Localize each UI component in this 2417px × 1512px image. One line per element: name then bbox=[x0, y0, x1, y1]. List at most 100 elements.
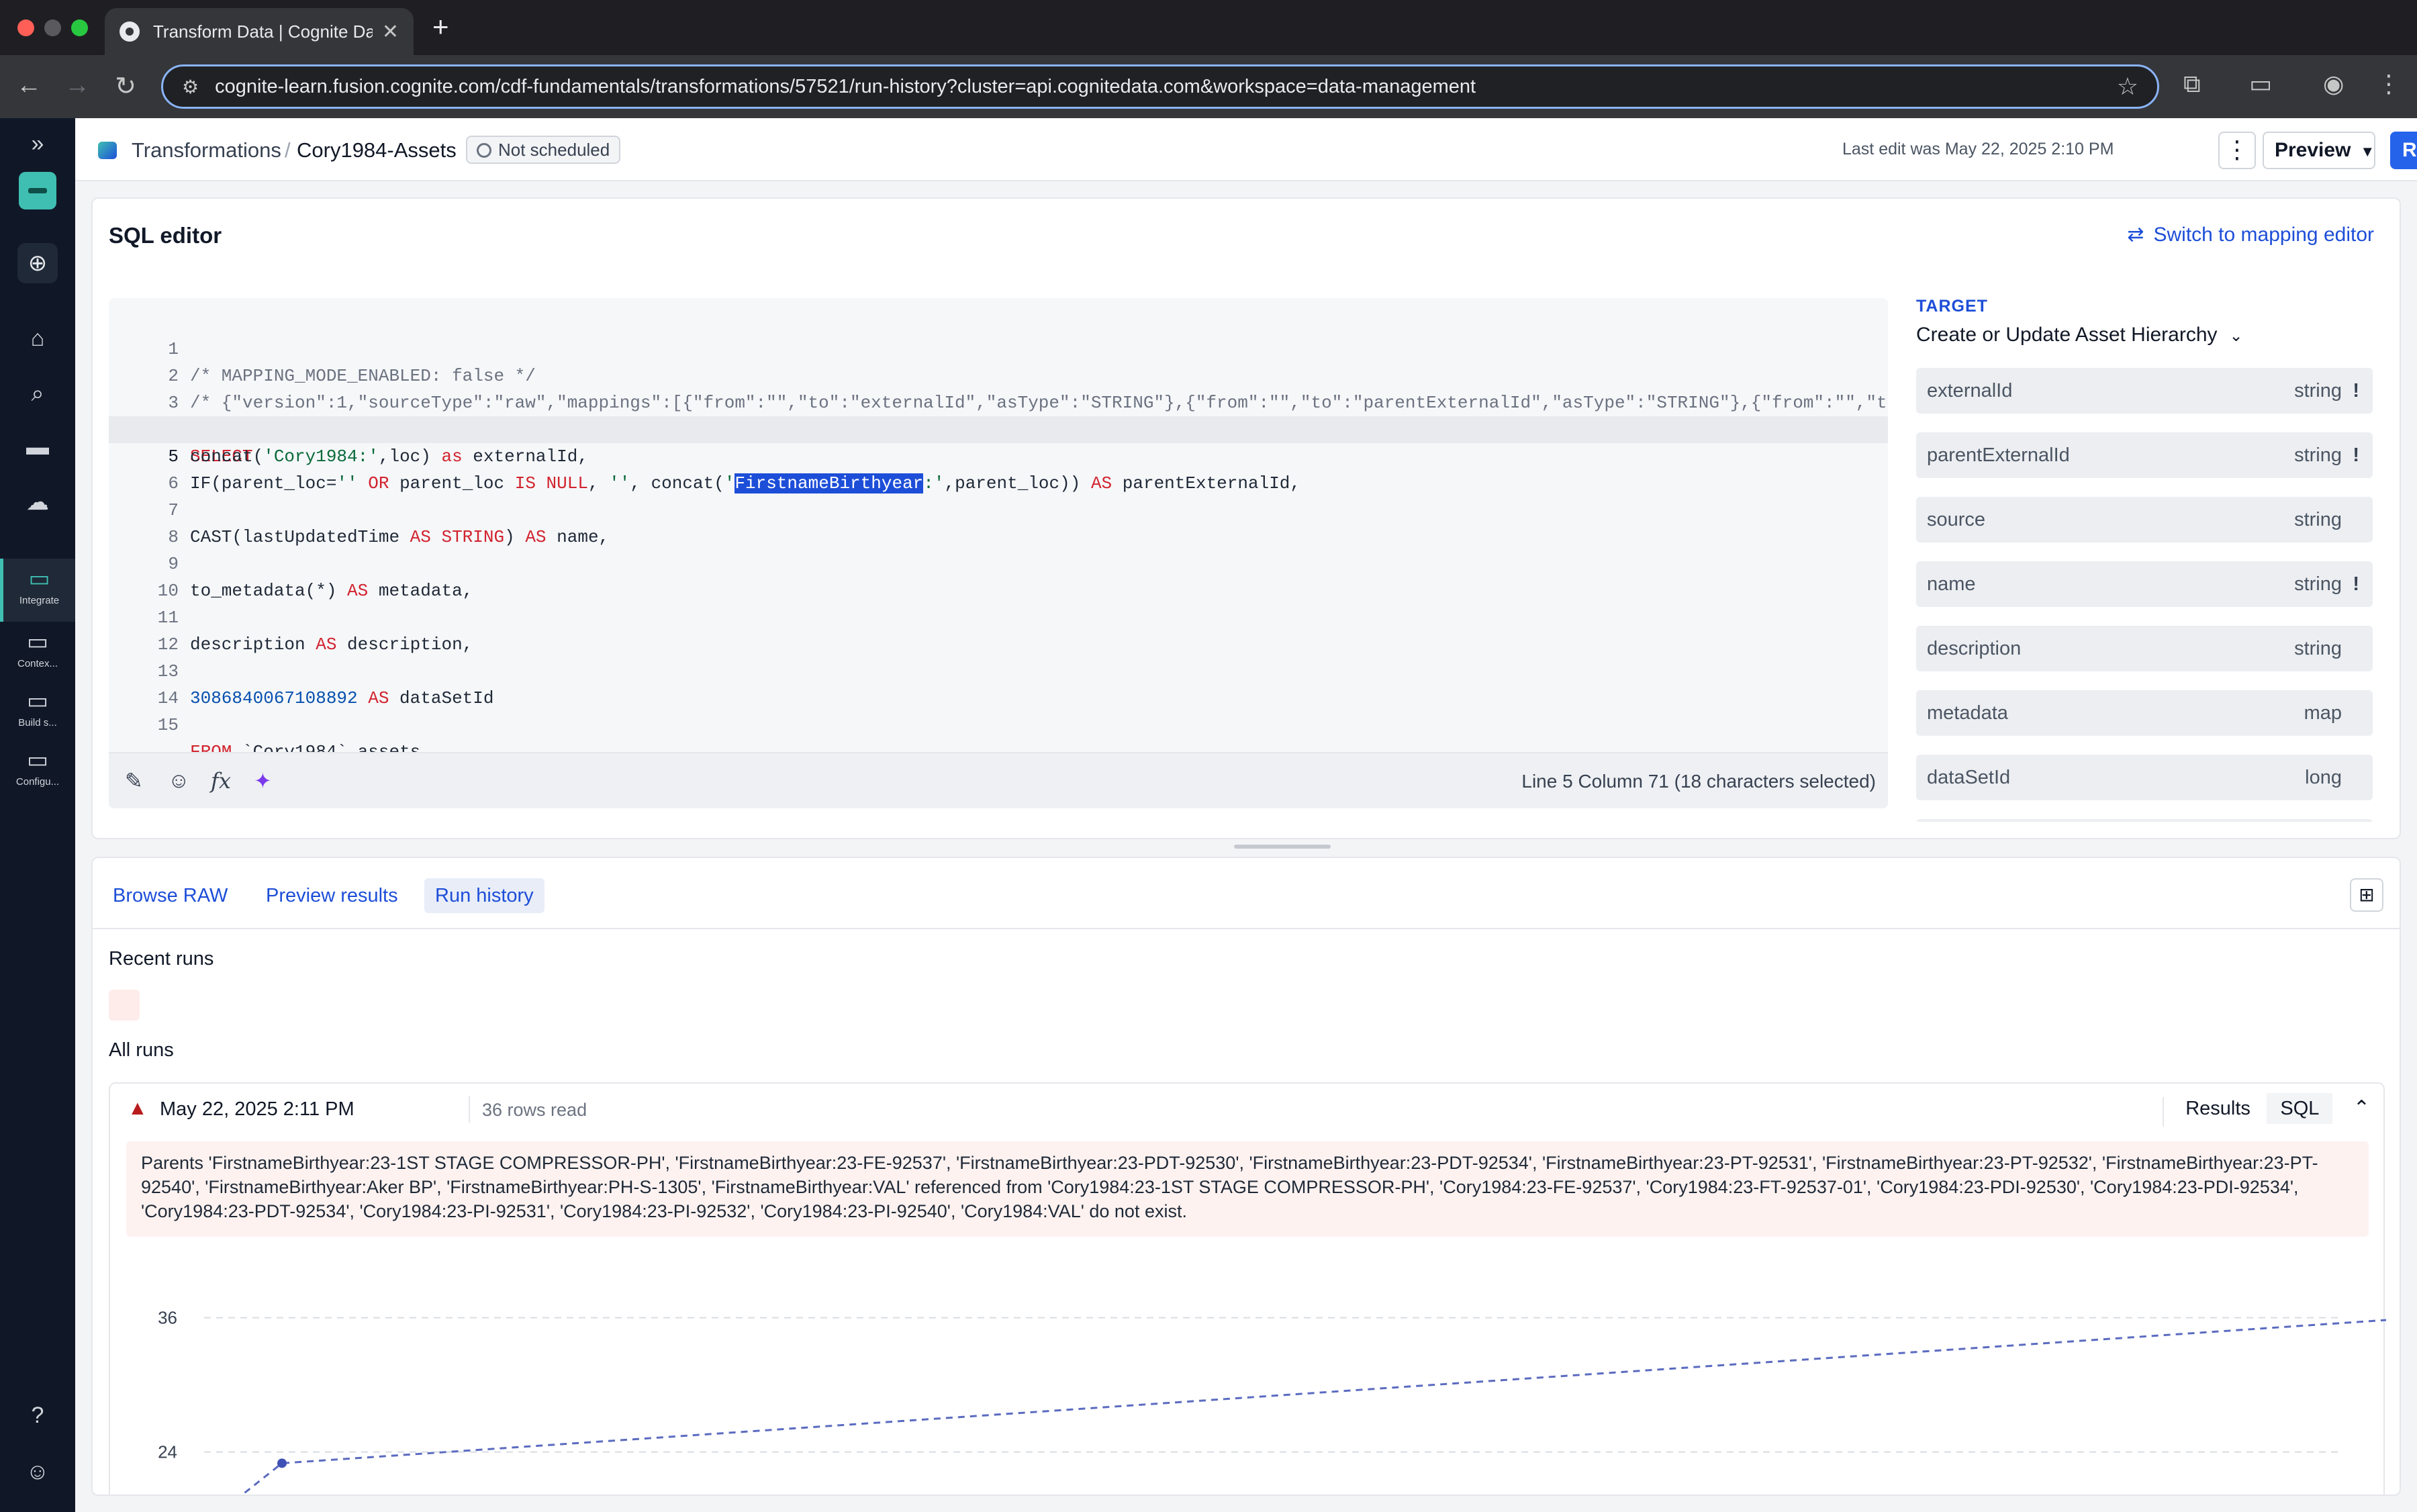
preview-button[interactable]: Preview ▼ bbox=[2263, 132, 2375, 169]
field-type: long bbox=[2305, 767, 2342, 788]
field-name: metadata bbox=[1927, 702, 2008, 724]
forward-arrow-icon[interactable]: → bbox=[62, 71, 93, 100]
back-arrow-icon[interactable]: ← bbox=[13, 71, 44, 100]
breadcrumb-transformations[interactable]: Transformations bbox=[132, 138, 281, 162]
globe-icon[interactable]: ⊕ bbox=[17, 243, 58, 283]
clock-icon bbox=[477, 143, 491, 158]
transformations-logo-icon bbox=[98, 142, 117, 159]
code-line: 7 CAST(lastUpdatedTime AS STRING) AS nam… bbox=[109, 470, 1888, 547]
search-icon[interactable]: ⌕ bbox=[0, 380, 75, 407]
new-tab-icon[interactable]: + bbox=[432, 11, 449, 43]
switch-link-label: Switch to mapping editor bbox=[2153, 224, 2374, 246]
recent-run-failed-indicator[interactable] bbox=[109, 990, 140, 1021]
editor-toolbar: ✎ ☺ fx ✦ Line 5 Column 71 (18 characters… bbox=[109, 752, 1888, 808]
files-icon[interactable]: ▬ bbox=[0, 434, 75, 461]
tab-run-history[interactable]: Run history bbox=[424, 878, 544, 913]
target-field: parentExternalId string ! bbox=[1916, 432, 2373, 478]
window-minimize-button[interactable] bbox=[44, 19, 61, 36]
panel-resize-handle[interactable] bbox=[1234, 845, 1331, 849]
target-field: dataSetId long bbox=[1916, 755, 2373, 800]
rail-item-contextualize[interactable]: ▭ Contex... bbox=[0, 622, 75, 681]
browser-tab-bar: Transform Data | Cognite Data ✕ + bbox=[0, 0, 2417, 55]
function-icon[interactable]: fx bbox=[211, 768, 231, 794]
rail-item-build[interactable]: ▭ Build s... bbox=[0, 681, 75, 740]
more-options-button[interactable]: ⋮ bbox=[2218, 132, 2256, 169]
y-tick-label: 24 bbox=[158, 1442, 177, 1462]
data-point[interactable] bbox=[277, 1458, 287, 1468]
sql-code-editor[interactable]: 1 /* MAPPING_MODE_ENABLED: false */ 2 /*… bbox=[109, 298, 1888, 808]
help-icon[interactable]: ? bbox=[0, 1402, 75, 1429]
rows-read-chart: 24 36 bbox=[158, 1308, 2386, 1495]
cognite-logo-icon[interactable] bbox=[19, 172, 56, 209]
code-line: 1 /* MAPPING_MODE_ENABLED: false */ bbox=[109, 309, 1888, 386]
series-line bbox=[240, 1319, 2386, 1495]
target-field: name string ! bbox=[1916, 561, 2373, 607]
switch-icon: ⇄ bbox=[2127, 224, 2144, 246]
cast-icon[interactable]: ▭ bbox=[2249, 70, 2272, 98]
target-field-list[interactable]: externalId string ! parentExternalId str… bbox=[1916, 368, 2373, 822]
rail-item-configure[interactable]: ▭ Configu... bbox=[0, 740, 75, 799]
required-icon: ! bbox=[2353, 573, 2359, 595]
run-error-message: Parents 'FirstnameBirthyear:23-1ST STAGE… bbox=[126, 1141, 2369, 1237]
last-edit-text: Last edit was May 22, 2025 2:10 PM bbox=[1842, 140, 2114, 158]
tab-preview-results[interactable]: Preview results bbox=[255, 878, 409, 913]
field-type: string bbox=[2294, 573, 2342, 595]
expand-rail-icon[interactable]: » bbox=[0, 130, 75, 157]
target-type-select[interactable]: Create or Update Asset Hierarchy ⌄ bbox=[1916, 324, 2243, 346]
all-runs-heading: All runs bbox=[109, 1039, 174, 1061]
rail-item-label: Integrate bbox=[19, 595, 60, 606]
tab-browse-raw[interactable]: Browse RAW bbox=[102, 878, 238, 913]
chevron-down-icon: ⌄ bbox=[2229, 327, 2243, 345]
target-type-value: Create or Update Asset Hierarchy bbox=[1916, 324, 2218, 346]
required-icon: ! bbox=[2353, 444, 2359, 466]
code-line: 10 bbox=[109, 551, 1888, 601]
reload-icon[interactable]: ↻ bbox=[110, 71, 141, 101]
divider bbox=[469, 1096, 470, 1123]
cloud-icon[interactable]: ☁ bbox=[0, 489, 75, 516]
code-line: 11 description AS description, bbox=[109, 577, 1888, 655]
bookmark-star-icon[interactable]: ☆ bbox=[2117, 73, 2138, 101]
profile-icon[interactable]: ◉ bbox=[2323, 70, 2344, 98]
cursor-position-status: Line 5 Column 71 (18 characters selected… bbox=[1521, 771, 1876, 792]
target-field: externalId string ! bbox=[1916, 368, 2373, 414]
browser-tab[interactable]: Transform Data | Cognite Data ✕ bbox=[105, 8, 414, 55]
run-rows-read: 36 rows read bbox=[482, 1100, 587, 1120]
browser-menu-icon[interactable]: ⋮ bbox=[2377, 70, 2401, 98]
tab-sql[interactable]: SQL bbox=[2267, 1093, 2333, 1124]
field-name: externalId bbox=[1927, 380, 2013, 401]
user-icon[interactable]: ☺ bbox=[0, 1458, 75, 1485]
folder-icon: ▭ bbox=[26, 629, 49, 655]
layout-grid-icon[interactable]: ⊞ bbox=[2350, 878, 2383, 912]
home-icon[interactable]: ⌂ bbox=[0, 325, 75, 352]
status-badge: Not scheduled bbox=[466, 136, 621, 164]
run-entry-card: ▲ May 22, 2025 2:11 PM 36 rows read Resu… bbox=[109, 1082, 2386, 1495]
field-type: map bbox=[2304, 702, 2342, 724]
magic-wand-icon[interactable]: ✎ bbox=[125, 768, 143, 794]
line-number: 15 bbox=[157, 715, 179, 735]
site-info-icon[interactable]: ⚙ bbox=[182, 76, 199, 98]
code-line: 6 bbox=[109, 443, 1888, 493]
chevron-up-icon[interactable]: ⌃ bbox=[2353, 1096, 2370, 1120]
folder-icon: ▭ bbox=[26, 747, 49, 773]
ai-sparkle-icon[interactable]: ✦ bbox=[254, 768, 272, 794]
rail-item-integrate[interactable]: ▭ Integrate bbox=[0, 559, 75, 622]
app-header: Transformations / Cory1984-Assets Not sc… bbox=[75, 118, 2417, 181]
run-button[interactable]: Run▼ bbox=[2390, 132, 2417, 169]
window-close-button[interactable] bbox=[17, 19, 34, 36]
tab-results[interactable]: Results bbox=[2172, 1093, 2264, 1124]
window-maximize-button[interactable] bbox=[71, 19, 88, 36]
preview-button-label: Preview bbox=[2275, 139, 2351, 161]
url-input[interactable]: ⚙ cognite-learn.fusion.cognite.com/cdf-f… bbox=[161, 64, 2159, 109]
app-left-rail: » ⊕ ⌂ ⌕ ▬ ☁ ▭ Integrate ▭ Contex... ▭ Bu… bbox=[0, 118, 75, 1512]
divider bbox=[2162, 1096, 2164, 1127]
switch-to-mapping-editor-button[interactable]: ⇄ Switch to mapping editor bbox=[2127, 223, 2374, 246]
browser-address-bar: ← → ↻ ⚙ cognite-learn.fusion.cognite.com… bbox=[0, 55, 2417, 118]
field-type: string bbox=[2294, 380, 2342, 401]
code-line: 4 concat('Cory1984:',loc) as externalId, bbox=[109, 389, 1888, 467]
palette-icon[interactable]: ☺ bbox=[168, 768, 190, 793]
code-line: 8 bbox=[109, 497, 1888, 547]
extensions-icon[interactable]: ⧉ bbox=[2183, 70, 2201, 99]
target-label: TARGET bbox=[1916, 297, 1988, 316]
field-name: name bbox=[1927, 573, 1976, 595]
close-tab-icon[interactable]: ✕ bbox=[382, 20, 399, 44]
